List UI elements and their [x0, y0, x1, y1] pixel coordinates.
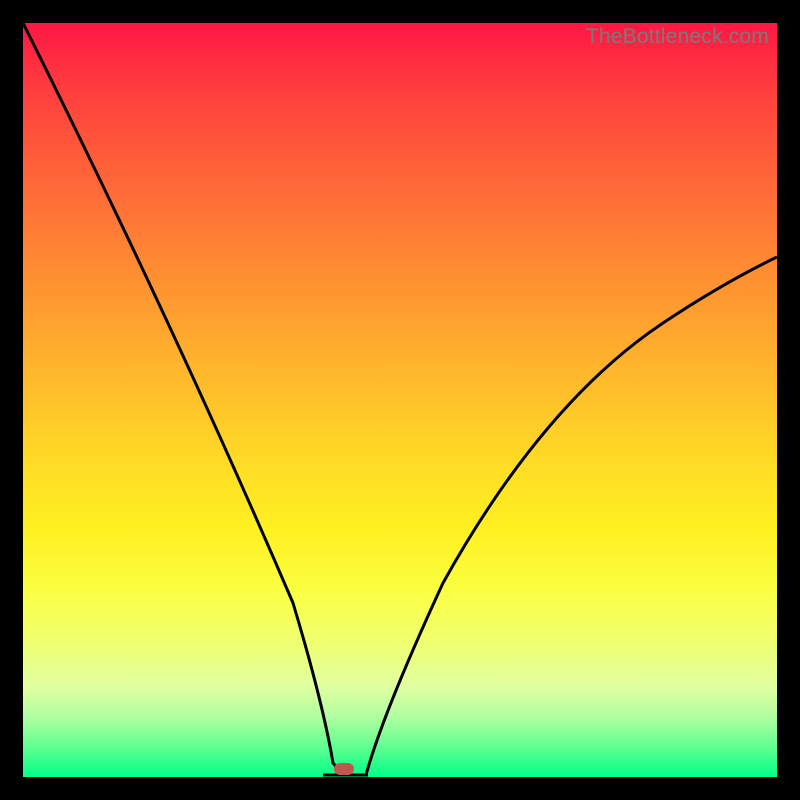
plot-area: TheBottleneck.com [23, 23, 777, 777]
curve-left-branch [23, 23, 343, 775]
bottleneck-marker [334, 763, 354, 775]
chart-frame: TheBottleneck.com [0, 0, 800, 800]
bottleneck-curve [23, 23, 777, 777]
watermark-text: TheBottleneck.com [586, 25, 769, 49]
curve-right-branch [366, 257, 777, 775]
